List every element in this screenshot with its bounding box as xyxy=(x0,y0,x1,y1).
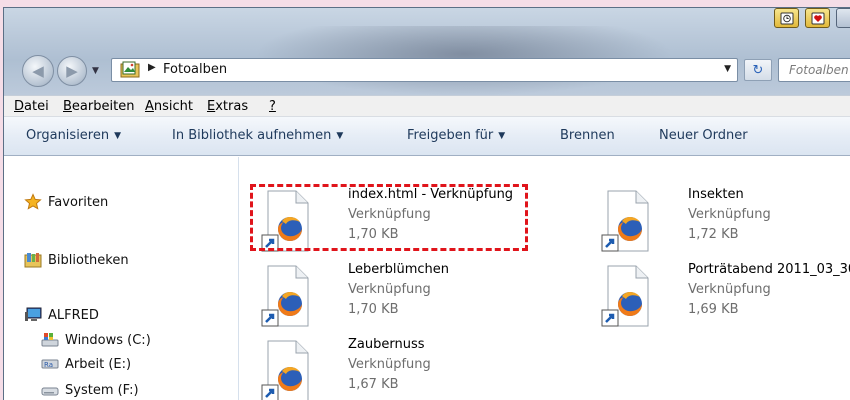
file-name: Porträtabend 2011_03_30 xyxy=(688,262,850,277)
sidebar-item-label: Favoriten xyxy=(48,194,109,210)
chevron-down-icon: ▼ xyxy=(114,131,122,141)
command-bar: Organisieren ▼ In Bibliothek aufnehmen ▼ F… xyxy=(4,117,850,156)
sidebar-item-computer[interactable]: ALFRED xyxy=(24,304,99,326)
sidebar-item-favorites[interactable]: Favoriten xyxy=(24,191,108,213)
breadcrumb-separator-icon[interactable]: ▶ xyxy=(148,62,156,73)
new-folder-label: Neuer Ordner xyxy=(659,128,748,143)
firefox-shortcut-icon xyxy=(601,265,649,327)
star-icon xyxy=(24,193,42,210)
title-bar: ◀ ▶ ▼ ▶ Fotoalben ▼ ↻ Fotoalben durchsuc… xyxy=(4,8,850,96)
sidebar-item-label: Windows (C:) xyxy=(65,332,151,348)
menu-datei[interactable]: Datei xyxy=(14,99,49,114)
sidebar-item-drive-c[interactable]: Windows (C:) xyxy=(41,329,151,351)
file-size: 1,67 KB xyxy=(348,377,399,392)
disk-drive-icon xyxy=(41,387,59,396)
breadcrumb-fotoalben[interactable]: Fotoalben xyxy=(163,62,227,77)
search-placeholder: Fotoalben durchsuchen xyxy=(789,63,850,77)
firefox-shortcut-icon xyxy=(261,265,309,327)
file-name: Insekten xyxy=(688,187,744,202)
burn-button[interactable]: Brennen xyxy=(560,128,615,143)
file-size: 1,69 KB xyxy=(688,302,739,317)
recent-pages-dropdown[interactable]: ▼ xyxy=(92,66,99,76)
sidebar-item-drive-e[interactable]: Ra Arbeit (E:) xyxy=(41,353,131,375)
minimize-button[interactable] xyxy=(836,8,850,28)
library-icon xyxy=(24,253,42,268)
arrow-left-icon: ◀ xyxy=(32,62,44,80)
file-size: 1,70 KB xyxy=(348,302,399,317)
burn-label: Brennen xyxy=(560,128,615,143)
file-type: Verknüpfung xyxy=(348,357,431,372)
back-button[interactable]: ◀ xyxy=(22,55,54,87)
include-in-library-label: In Bibliothek aufnehmen xyxy=(172,128,332,143)
network-drive-icon: Ra xyxy=(41,359,59,369)
sidebar-item-label: ALFRED xyxy=(48,307,99,323)
sidebar-item-label: Arbeit (E:) xyxy=(65,356,132,372)
file-size: 1,72 KB xyxy=(688,227,739,242)
menu-bar: Datei Bearbeiten Ansicht Extras ? xyxy=(4,95,850,117)
clock-icon[interactable] xyxy=(774,8,799,28)
sidebar-item-label: Bibliotheken xyxy=(48,252,129,268)
firefox-shortcut-icon xyxy=(601,190,649,252)
file-item[interactable]: Leberblümchen Verknüpfung 1,70 KB xyxy=(260,262,550,332)
svg-text:Ra: Ra xyxy=(44,361,53,369)
file-type: Verknüpfung xyxy=(688,282,771,297)
picture-folder-icon xyxy=(120,61,140,78)
search-input[interactable]: Fotoalben durchsuchen xyxy=(778,58,850,82)
menu-extras[interactable]: Extras xyxy=(207,99,248,114)
file-list: index.html - Verknüpfung Verknüpfung 1,7… xyxy=(240,157,850,400)
share-with-label: Freigeben für xyxy=(407,128,494,143)
file-item[interactable]: Zaubernuss Verknüpfung 1,67 KB xyxy=(260,337,550,400)
file-name: Zaubernuss xyxy=(348,337,425,352)
menu-bearbeiten[interactable]: Bearbeiten xyxy=(63,99,134,114)
file-name: Leberblümchen xyxy=(348,262,449,277)
arrow-right-icon: ▶ xyxy=(66,62,78,80)
refresh-icon: ↻ xyxy=(752,62,764,78)
chevron-down-icon: ▼ xyxy=(336,131,344,141)
highlight-annotation xyxy=(250,184,528,251)
sidebar-item-drive-f[interactable]: System (F:) xyxy=(41,379,139,400)
chevron-down-icon: ▼ xyxy=(498,131,506,141)
include-in-library-button[interactable]: In Bibliothek aufnehmen ▼ xyxy=(172,128,343,143)
menu-ansicht[interactable]: Ansicht xyxy=(145,99,193,114)
file-item[interactable]: Porträtabend 2011_03_30 Verknüpfung 1,69… xyxy=(600,262,850,332)
menu-help[interactable]: ? xyxy=(269,99,276,114)
forward-button[interactable]: ▶ xyxy=(57,56,87,86)
windows-drive-icon xyxy=(41,333,59,347)
file-type: Verknüpfung xyxy=(348,282,431,297)
organize-button[interactable]: Organisieren ▼ xyxy=(26,128,121,143)
address-bar[interactable]: ▶ Fotoalben ▼ xyxy=(111,58,738,82)
new-folder-button[interactable]: Neuer Ordner xyxy=(659,128,748,143)
heart-icon[interactable] xyxy=(805,8,830,28)
file-type: Verknüpfung xyxy=(688,207,771,222)
refresh-button[interactable]: ↻ xyxy=(744,59,772,81)
file-item[interactable]: Insekten Verknüpfung 1,72 KB xyxy=(600,187,850,257)
sidebar-item-libraries[interactable]: Bibliotheken xyxy=(24,249,129,271)
navigation-pane: Favoriten Bibliotheken ALFRED Windows (C… xyxy=(4,157,239,400)
organize-label: Organisieren xyxy=(26,128,110,143)
share-with-button[interactable]: Freigeben für ▼ xyxy=(407,128,505,143)
explorer-window: ◀ ▶ ▼ ▶ Fotoalben ▼ ↻ Fotoalben durchsuc… xyxy=(3,7,850,400)
sidebar-item-label: System (F:) xyxy=(65,382,139,398)
address-history-dropdown[interactable]: ▼ xyxy=(724,64,731,74)
firefox-shortcut-icon xyxy=(261,340,309,400)
computer-icon xyxy=(25,307,42,321)
